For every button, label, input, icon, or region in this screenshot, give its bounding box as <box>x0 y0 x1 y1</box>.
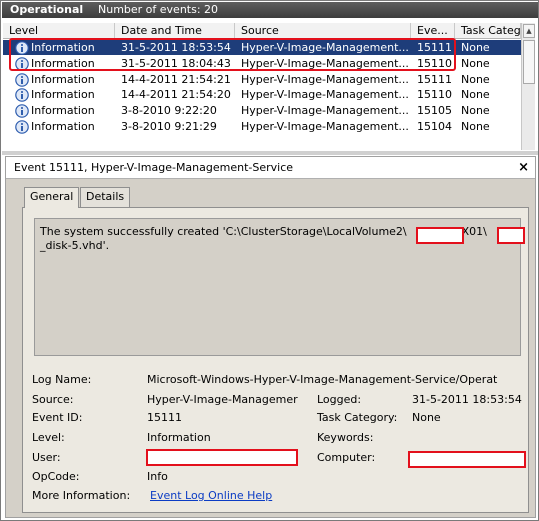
cell-date-time: 14-4-2011 21:54:20 <box>121 88 231 102</box>
label-level: Level: <box>32 431 65 444</box>
cell-source: Hyper-V-Image-Management... <box>241 41 409 54</box>
label-user: User: <box>32 451 61 464</box>
event-count: Number of events: 20 <box>98 3 219 16</box>
value-event-id[interactable]: 15111 <box>147 411 182 425</box>
redaction-box-vm <box>497 227 525 244</box>
cell-date-time: 31-5-2011 18:53:54 <box>121 41 231 54</box>
column-source[interactable]: Source <box>235 23 411 39</box>
event-viewer-window: Operational Number of events: 20 Level D… <box>0 0 539 521</box>
value-source[interactable]: Hyper-V-Image-Managemer <box>147 393 307 407</box>
detail-title-text: Event 15111, Hyper-V-Image-Management-Se… <box>14 161 294 174</box>
cell-source: Hyper-V-Image-Management... <box>241 104 409 118</box>
cell-task-category: None <box>461 41 490 54</box>
label-log-name: Log Name: <box>32 373 92 386</box>
close-icon[interactable]: × <box>518 157 529 179</box>
table-row[interactable]: Information 14-4-2011 21:54:21 Hyper-V-Ima… <box>3 72 521 87</box>
event-detail-pane: Event 15111, Hyper-V-Image-Management-Se… <box>5 156 536 518</box>
cell-source: Hyper-V-Image-Management... <box>241 88 409 102</box>
value-log-name[interactable]: Microsoft-Windows-Hyper-V-Image-Manageme… <box>147 373 527 387</box>
information-icon <box>15 104 29 118</box>
event-message[interactable]: The system successfully created 'C:\Clus… <box>34 218 525 356</box>
message-text-part1: The system successfully created 'C:\Clus… <box>40 225 407 238</box>
label-computer: Computer: <box>317 451 376 464</box>
cell-event-id: 15110 <box>417 88 452 102</box>
value-logged[interactable]: 31-5-2011 18:53:54 <box>412 393 522 407</box>
log-header: Operational Number of events: 20 <box>2 2 538 18</box>
cell-task-category: None <box>461 120 490 133</box>
cell-date-time: 3-8-2010 9:21:29 <box>121 120 217 133</box>
cell-event-id: 15111 <box>417 72 452 86</box>
label-source: Source: <box>32 393 74 406</box>
redaction-box-path <box>416 227 464 244</box>
column-headers: Level Date and Time Source Eve... Task C… <box>3 23 521 39</box>
log-title: Operational <box>10 3 84 16</box>
scroll-up-arrow-icon[interactable]: ▲ <box>523 24 535 38</box>
information-icon <box>15 120 29 134</box>
table-row[interactable]: Information 31-5-2011 18:04:43 Hyper-V-Ima… <box>3 56 521 71</box>
column-level[interactable]: Level <box>3 23 115 39</box>
cell-task-category: None <box>461 56 490 70</box>
information-icon <box>15 56 29 71</box>
event-list[interactable]: Level Date and Time Source Eve... Task C… <box>3 23 535 150</box>
cell-level: Information <box>31 104 95 118</box>
column-event-id[interactable]: Eve... <box>411 23 455 39</box>
tab-general[interactable]: General <box>24 187 80 208</box>
table-row[interactable]: Information 3-8-2010 9:22:20 Hyper-V-Image… <box>3 103 521 118</box>
table-row[interactable]: Information 14-4-2011 21:54:20 Hyper-V-Ima… <box>3 87 521 103</box>
cell-level: Information <box>31 72 95 86</box>
information-icon <box>15 41 29 55</box>
value-task-category[interactable]: None <box>412 411 441 425</box>
detail-title: Event 15111, Hyper-V-Image-Management-Se… <box>6 157 535 179</box>
general-tab-panel: The system successfully created 'C:\Clus… <box>22 207 529 513</box>
cell-level: Information <box>31 88 95 102</box>
value-opcode[interactable]: Info <box>147 470 168 484</box>
list-scrollbar[interactable]: ▲ <box>521 23 535 150</box>
cell-event-id: 15110 <box>417 56 452 70</box>
cell-event-id: 15111 <box>417 41 452 54</box>
cell-event-id: 15104 <box>417 120 452 133</box>
pane-splitter[interactable] <box>2 151 538 155</box>
label-opcode: OpCode: <box>32 470 80 483</box>
scroll-thumb[interactable] <box>523 40 535 84</box>
label-logged: Logged: <box>317 393 362 406</box>
cell-task-category: None <box>461 88 490 102</box>
column-date-time[interactable]: Date and Time <box>115 23 235 39</box>
table-row[interactable]: Information 31-5-2011 18:53:54 Hyper-V-Ima… <box>3 40 521 55</box>
cell-task-category: None <box>461 72 490 86</box>
cell-date-time: 31-5-2011 18:04:43 <box>121 56 231 70</box>
message-text-line2: _disk-5.vhd'. <box>40 239 110 252</box>
cell-date-time: 14-4-2011 21:54:21 <box>121 72 231 86</box>
redaction-box-user <box>146 449 298 466</box>
label-event-id: Event ID: <box>32 411 83 424</box>
table-row[interactable]: Information 3-8-2010 9:21:29 Hyper-V-Image… <box>3 119 521 134</box>
event-log-online-help-link[interactable]: Event Log Online Help <box>150 489 272 503</box>
cell-source: Hyper-V-Image-Management... <box>241 120 409 133</box>
cell-source: Hyper-V-Image-Management... <box>241 72 409 86</box>
cell-date-time: 3-8-2010 9:22:20 <box>121 104 217 118</box>
cell-source: Hyper-V-Image-Management... <box>241 56 409 70</box>
information-icon <box>15 88 29 103</box>
cell-task-category: None <box>461 104 490 118</box>
tab-details[interactable]: Details <box>80 187 131 207</box>
label-keywords: Keywords: <box>317 431 374 444</box>
label-task-category: Task Category: <box>317 411 398 424</box>
label-more-information: More Information: <box>32 489 131 502</box>
information-icon <box>15 72 29 87</box>
cell-level: Information <box>31 56 95 70</box>
column-task-category[interactable]: Task Categ <box>455 23 521 39</box>
redaction-box-computer <box>408 451 526 468</box>
value-level[interactable]: Information <box>147 431 211 445</box>
cell-level: Information <box>31 120 95 133</box>
cell-level: Information <box>31 41 95 54</box>
cell-event-id: 15105 <box>417 104 452 118</box>
